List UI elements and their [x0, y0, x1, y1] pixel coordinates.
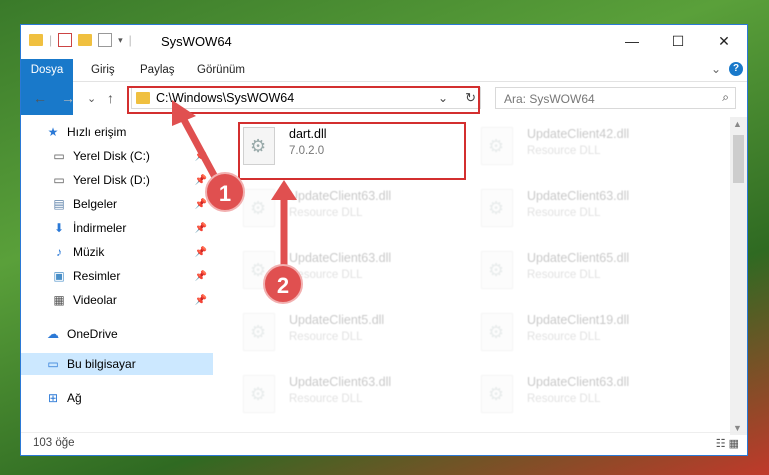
step-badge-2: 2 [263, 264, 303, 304]
step-badge-1: 1 [205, 172, 245, 212]
arrow-2-head [271, 180, 297, 200]
annotation-arrows [172, 100, 297, 272]
